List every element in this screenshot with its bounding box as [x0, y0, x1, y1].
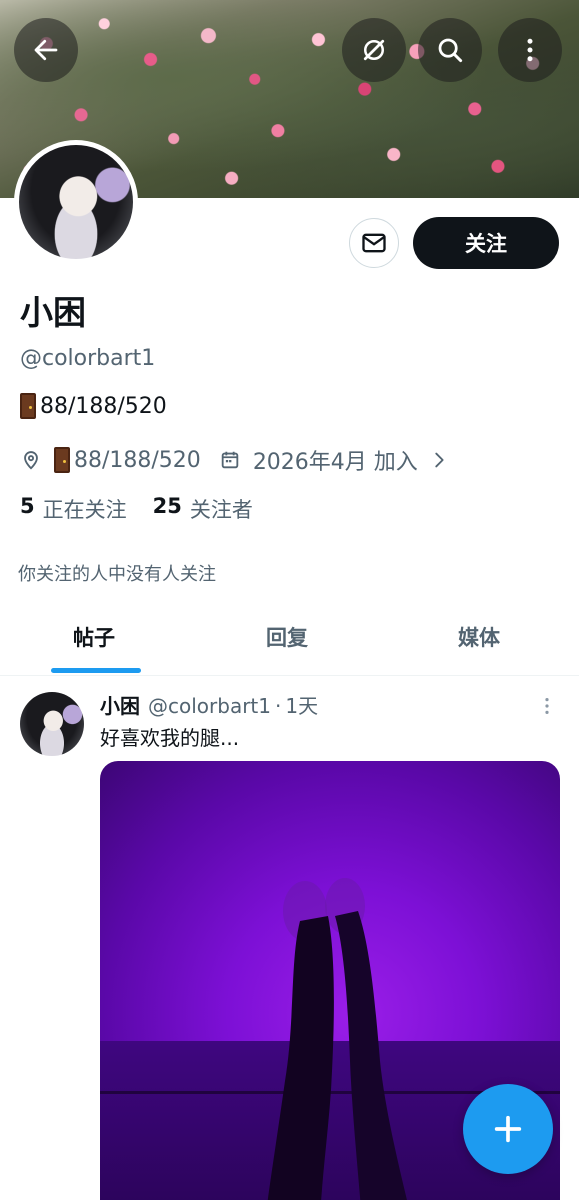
post-header: 小困 @colorbart1 · 1天 — [100, 690, 318, 719]
follow-stats: 5 正在关注 25 关注者 — [20, 494, 253, 524]
profile-name: 小困 — [20, 293, 86, 332]
followers-link[interactable]: 25 关注者 — [153, 494, 253, 524]
active-tab-indicator — [51, 668, 141, 673]
joined-date: 2026年4月 加入 — [252, 450, 418, 475]
grok-icon — [363, 39, 385, 61]
door-icon — [20, 393, 36, 419]
profile-meta: 88/188/520 2026年4月 加入 — [20, 444, 450, 476]
more-button[interactable] — [498, 18, 562, 82]
door-icon — [54, 447, 70, 473]
grok-button[interactable] — [342, 18, 406, 82]
back-button[interactable] — [14, 18, 78, 82]
message-button[interactable] — [349, 218, 399, 268]
follow-button[interactable]: 关注 — [413, 217, 559, 269]
location-text: 88/188/520 — [74, 447, 201, 473]
more-vertical-icon — [545, 698, 549, 714]
post-avatar[interactable] — [20, 692, 84, 756]
followers-count: 25 — [152, 494, 182, 518]
more-vertical-icon — [527, 38, 533, 62]
mail-icon — [362, 233, 386, 253]
chevron-right-icon[interactable] — [428, 449, 450, 471]
followed-by-note: 你关注的人中没有人关注 — [18, 564, 216, 585]
post-author-handle[interactable]: @colorbart1 — [148, 694, 271, 718]
profile-tabs: 帖子 回复 媒体 — [0, 600, 579, 676]
post-more-button[interactable] — [538, 694, 556, 718]
profile-page: 关注 小困 @colorbart1 88/188/520 88/188/520 … — [0, 0, 579, 1200]
calendar-icon — [219, 449, 241, 471]
search-icon — [438, 38, 463, 63]
following-count: 5 — [20, 494, 35, 518]
following-label: 正在关注 — [42, 498, 127, 522]
following-link[interactable]: 5 正在关注 — [20, 494, 127, 524]
bio-text: 88/188/520 — [40, 393, 167, 419]
compose-button[interactable] — [463, 1084, 553, 1174]
search-button[interactable] — [418, 18, 482, 82]
tab-posts[interactable]: 帖子 — [73, 622, 115, 652]
post-text: 好喜欢我的腿... — [100, 726, 240, 750]
profile-avatar[interactable] — [14, 140, 138, 264]
plus-icon — [494, 1115, 522, 1143]
post-author-name[interactable]: 小困 — [100, 690, 140, 719]
tab-media[interactable]: 媒体 — [458, 622, 500, 652]
profile-handle: @colorbart1 — [20, 346, 156, 371]
post-timestamp[interactable]: 1天 — [285, 690, 318, 719]
arrow-left-icon — [34, 39, 58, 61]
followers-label: 关注者 — [189, 498, 253, 522]
profile-bio: 88/188/520 — [20, 393, 167, 419]
location-icon — [20, 449, 42, 471]
post-separator: · — [275, 694, 282, 718]
tab-replies[interactable]: 回复 — [266, 622, 308, 652]
